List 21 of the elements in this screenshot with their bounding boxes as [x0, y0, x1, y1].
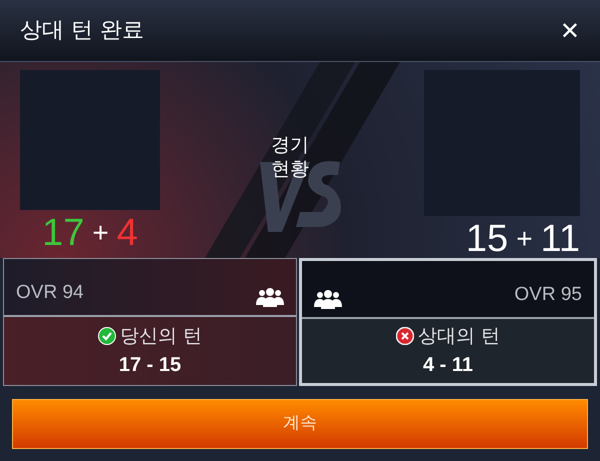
people-icon	[314, 289, 342, 309]
check-icon	[98, 327, 116, 345]
ovr-rating: OVR 94	[16, 280, 84, 304]
turn-score: 4 - 11	[422, 353, 474, 378]
window-title: 상대 턴 완료	[20, 17, 144, 45]
score: 17	[42, 214, 84, 252]
score: 15	[466, 220, 508, 258]
team-card[interactable]: OVR 95 상대의 턴 4 - 11	[299, 258, 597, 386]
bonus-score: 4	[116, 214, 138, 252]
plus-sign: +	[516, 225, 533, 253]
cross-icon	[396, 327, 414, 345]
ovr-rating: OVR 95	[514, 282, 582, 306]
people-icon	[256, 287, 284, 307]
turn-label: 당신의 턴	[120, 324, 202, 349]
turn-label: 상대의 턴	[418, 324, 500, 349]
close-button[interactable]: ✕	[560, 12, 580, 48]
match-status-label: 경기 현황	[271, 134, 309, 182]
bonus-score: 11	[540, 220, 580, 258]
plus-sign: +	[92, 219, 109, 247]
turn-score: 17 - 15	[118, 353, 182, 378]
team-card[interactable]: OVR 94 당신의 턴 17 - 15	[3, 258, 297, 386]
